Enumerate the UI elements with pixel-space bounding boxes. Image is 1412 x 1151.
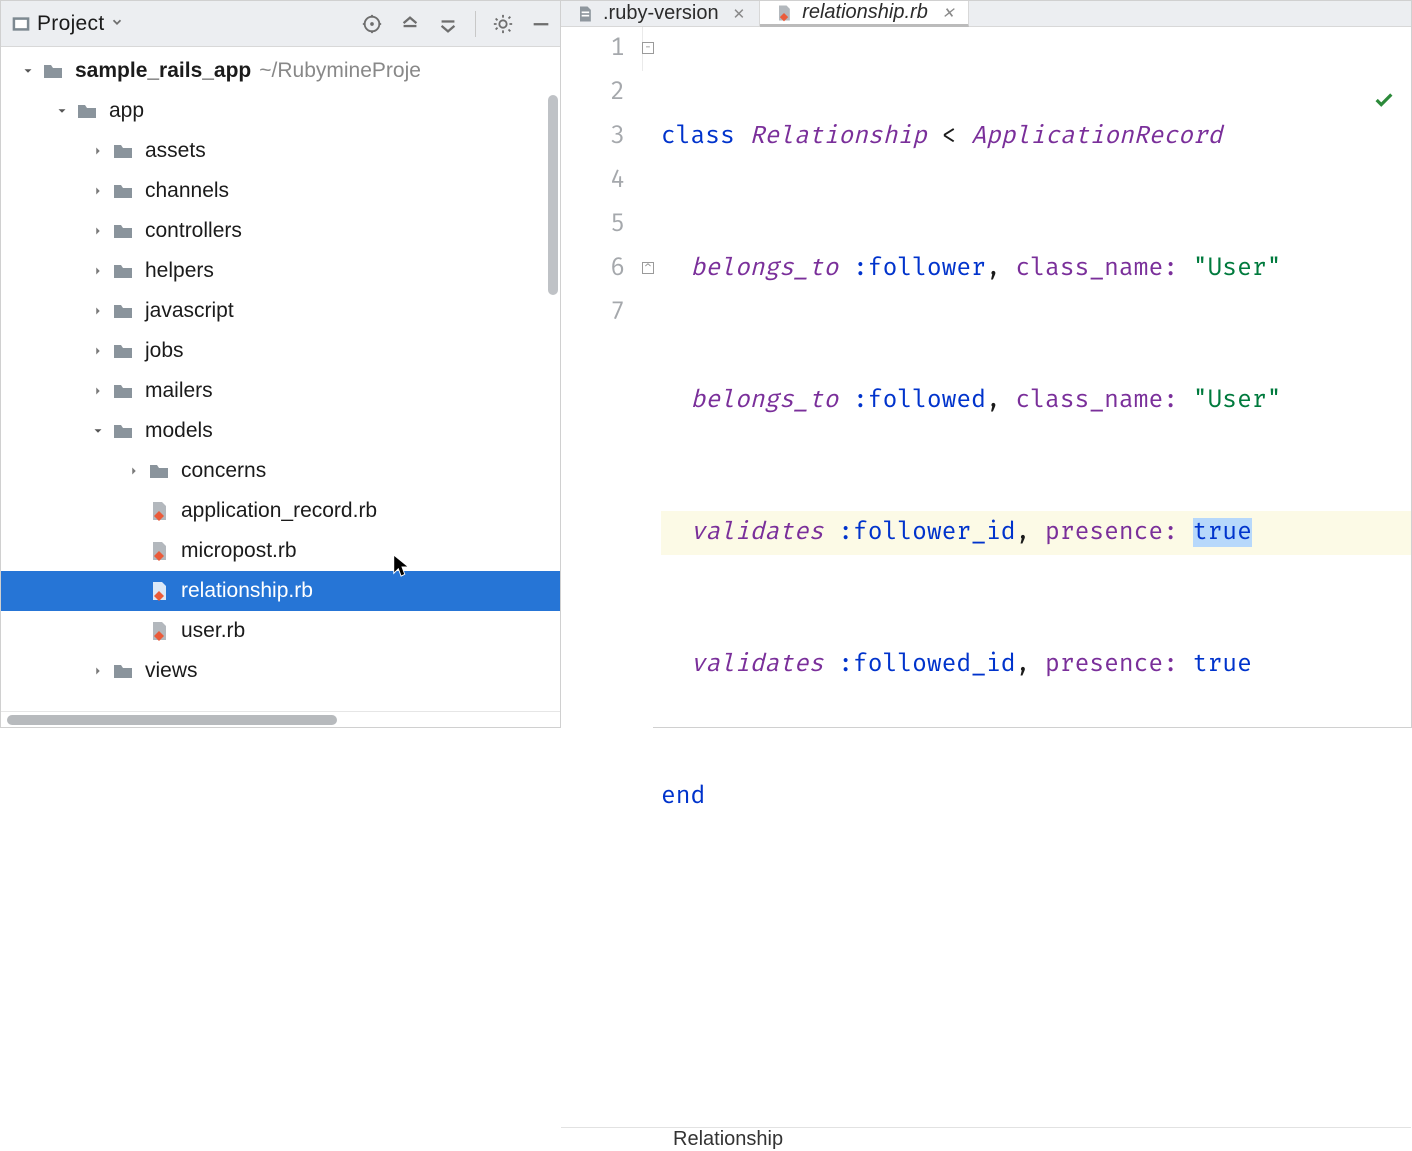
chevron-right-icon[interactable] [89, 304, 107, 318]
tree-folder-jobs[interactable]: jobs [1, 331, 560, 371]
minimize-icon[interactable] [526, 9, 556, 39]
editor-panel: .ruby-version ✕ relationship.rb ✕ 1 2 3 … [561, 1, 1411, 727]
folder-icon [111, 219, 135, 243]
tree-file-user[interactable]: user.rb [1, 611, 560, 651]
expand-all-icon[interactable] [395, 9, 425, 39]
breadcrumb-bar: Relationship [561, 1127, 1411, 1151]
chevron-down-icon[interactable] [110, 13, 124, 35]
inspection-ok-icon[interactable] [1255, 39, 1395, 171]
tree-folder-javascript[interactable]: javascript [1, 291, 560, 331]
folder-icon [75, 99, 99, 123]
folder-icon [111, 419, 135, 443]
chevron-right-icon[interactable] [89, 144, 107, 158]
ruby-file-icon [147, 499, 171, 523]
tree-folder-controllers[interactable]: controllers [1, 211, 560, 251]
editor-tabbar: .ruby-version ✕ relationship.rb ✕ [561, 1, 1411, 27]
tab-label: relationship.rb [802, 1, 928, 24]
breadcrumb-item[interactable]: Relationship [673, 1128, 783, 1151]
sidebar-header: Project [1, 1, 560, 47]
chevron-down-icon[interactable] [19, 64, 37, 78]
folder-icon [111, 179, 135, 203]
tree-folder-mailers[interactable]: mailers [1, 371, 560, 411]
chevron-down-icon[interactable] [53, 104, 71, 118]
folder-icon [111, 259, 135, 283]
text-file-icon [575, 4, 595, 24]
collapse-all-icon[interactable] [433, 9, 463, 39]
chevron-right-icon[interactable] [89, 264, 107, 278]
tree-folder-channels[interactable]: channels [1, 171, 560, 211]
tree-folder-concerns[interactable]: concerns [1, 451, 560, 491]
chevron-right-icon[interactable] [89, 664, 107, 678]
vertical-scrollbar[interactable] [548, 95, 558, 295]
close-icon[interactable]: ✕ [942, 4, 955, 22]
tab-ruby-version[interactable]: .ruby-version ✕ [561, 1, 760, 26]
tree-folder-helpers[interactable]: helpers [1, 251, 560, 291]
chevron-right-icon[interactable] [89, 384, 107, 398]
chevron-down-icon[interactable] [89, 424, 107, 438]
code-area[interactable]: class Relationship < ApplicationRecord b… [653, 27, 1411, 1127]
ruby-file-icon [147, 539, 171, 563]
folder-icon [111, 139, 135, 163]
tree-root-label: sample_rails_app [75, 59, 251, 83]
divider [475, 11, 476, 37]
folder-icon [111, 379, 135, 403]
ruby-file-icon [147, 619, 171, 643]
horizontal-scrollbar[interactable] [1, 711, 560, 727]
project-view-label[interactable]: Project [37, 12, 104, 36]
folder-icon [147, 459, 171, 483]
gear-icon[interactable] [488, 9, 518, 39]
project-tree[interactable]: sample_rails_app ~/RubymineProje app ass… [1, 47, 560, 711]
folder-icon [111, 299, 135, 323]
tab-label: .ruby-version [603, 2, 719, 25]
chevron-right-icon[interactable] [125, 464, 143, 478]
chevron-right-icon[interactable] [89, 184, 107, 198]
tree-folder-views[interactable]: views [1, 651, 560, 691]
tree-folder-models[interactable]: models [1, 411, 560, 451]
tab-relationship[interactable]: relationship.rb ✕ [760, 1, 969, 27]
folder-icon [41, 59, 65, 83]
tree-folder-assets[interactable]: assets [1, 131, 560, 171]
chevron-right-icon[interactable] [89, 224, 107, 238]
locate-icon[interactable] [357, 9, 387, 39]
close-icon[interactable]: ✕ [733, 5, 746, 23]
line-gutter: 1 2 3 4 5 6 7 − ⌃ [561, 27, 653, 1127]
chevron-right-icon[interactable] [89, 344, 107, 358]
tree-file-application-record[interactable]: application_record.rb [1, 491, 560, 531]
folder-icon [111, 659, 135, 683]
tree-root[interactable]: sample_rails_app ~/RubymineProje [1, 51, 560, 91]
tree-root-hint: ~/RubymineProje [259, 59, 421, 83]
editor-body[interactable]: 1 2 3 4 5 6 7 − ⌃ class Relationship < A… [561, 27, 1411, 1127]
tree-file-relationship[interactable]: relationship.rb [1, 571, 560, 611]
folder-icon [111, 339, 135, 363]
ruby-file-icon [147, 579, 171, 603]
project-sidebar: Project [1, 1, 561, 727]
project-view-icon [11, 14, 31, 34]
ruby-file-icon [774, 3, 794, 23]
tree-file-micropost[interactable]: micropost.rb [1, 531, 560, 571]
tree-folder-app[interactable]: app [1, 91, 560, 131]
